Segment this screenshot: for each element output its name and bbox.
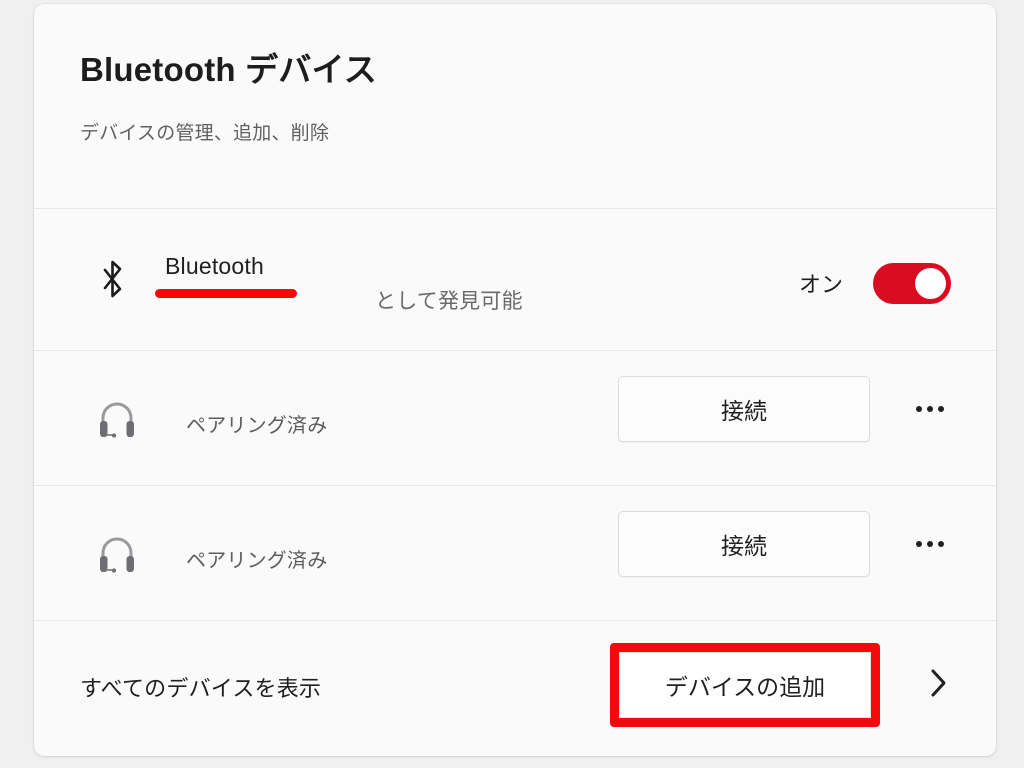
dot xyxy=(938,541,944,547)
more-options-icon[interactable] xyxy=(907,389,953,429)
bluetooth-settings-card: Bluetooth デバイス デバイスの管理、追加、削除 Bluetooth と… xyxy=(34,4,996,756)
bluetooth-settings-screen: Bluetooth デバイス デバイスの管理、追加、削除 Bluetooth と… xyxy=(0,0,1024,768)
device-status: ペアリング済み xyxy=(186,550,328,572)
card-header: Bluetooth デバイス デバイスの管理、追加、削除 xyxy=(34,4,996,208)
dot xyxy=(927,541,933,547)
red-underline-annotation xyxy=(155,289,297,298)
connect-button[interactable]: 接続 xyxy=(618,511,870,577)
discoverable-text: として発見可能 xyxy=(375,290,523,313)
more-options-icon[interactable] xyxy=(907,524,953,564)
device-row: ペアリング済み 接続 xyxy=(34,351,996,485)
device-row: ペアリング済み 接続 xyxy=(34,486,996,620)
headset-icon xyxy=(88,389,146,447)
add-device-button[interactable]: デバイスの追加 xyxy=(619,652,871,718)
chevron-right-icon[interactable] xyxy=(914,659,962,707)
bluetooth-toggle-row: Bluetooth として発見可能 オン xyxy=(34,209,996,350)
show-all-devices-link[interactable]: すべてのデバイスを表示 xyxy=(80,671,321,703)
connect-button[interactable]: 接続 xyxy=(618,376,870,442)
page-title: Bluetooth デバイス xyxy=(80,51,377,88)
bluetooth-icon xyxy=(90,253,136,309)
dot xyxy=(938,406,944,412)
bluetooth-toggle-switch[interactable] xyxy=(873,263,951,304)
footer-row: すべてのデバイスを表示 デバイスの追加 xyxy=(34,621,996,750)
page-subtitle: デバイスの管理、追加、削除 xyxy=(80,123,330,145)
toggle-knob xyxy=(915,268,946,299)
dot xyxy=(927,406,933,412)
headset-icon xyxy=(88,524,146,582)
dot xyxy=(916,406,922,412)
device-status: ペアリング済み xyxy=(186,415,328,437)
dot xyxy=(916,541,922,547)
toggle-state-label: オン xyxy=(798,272,843,297)
bluetooth-label: Bluetooth xyxy=(165,253,264,279)
